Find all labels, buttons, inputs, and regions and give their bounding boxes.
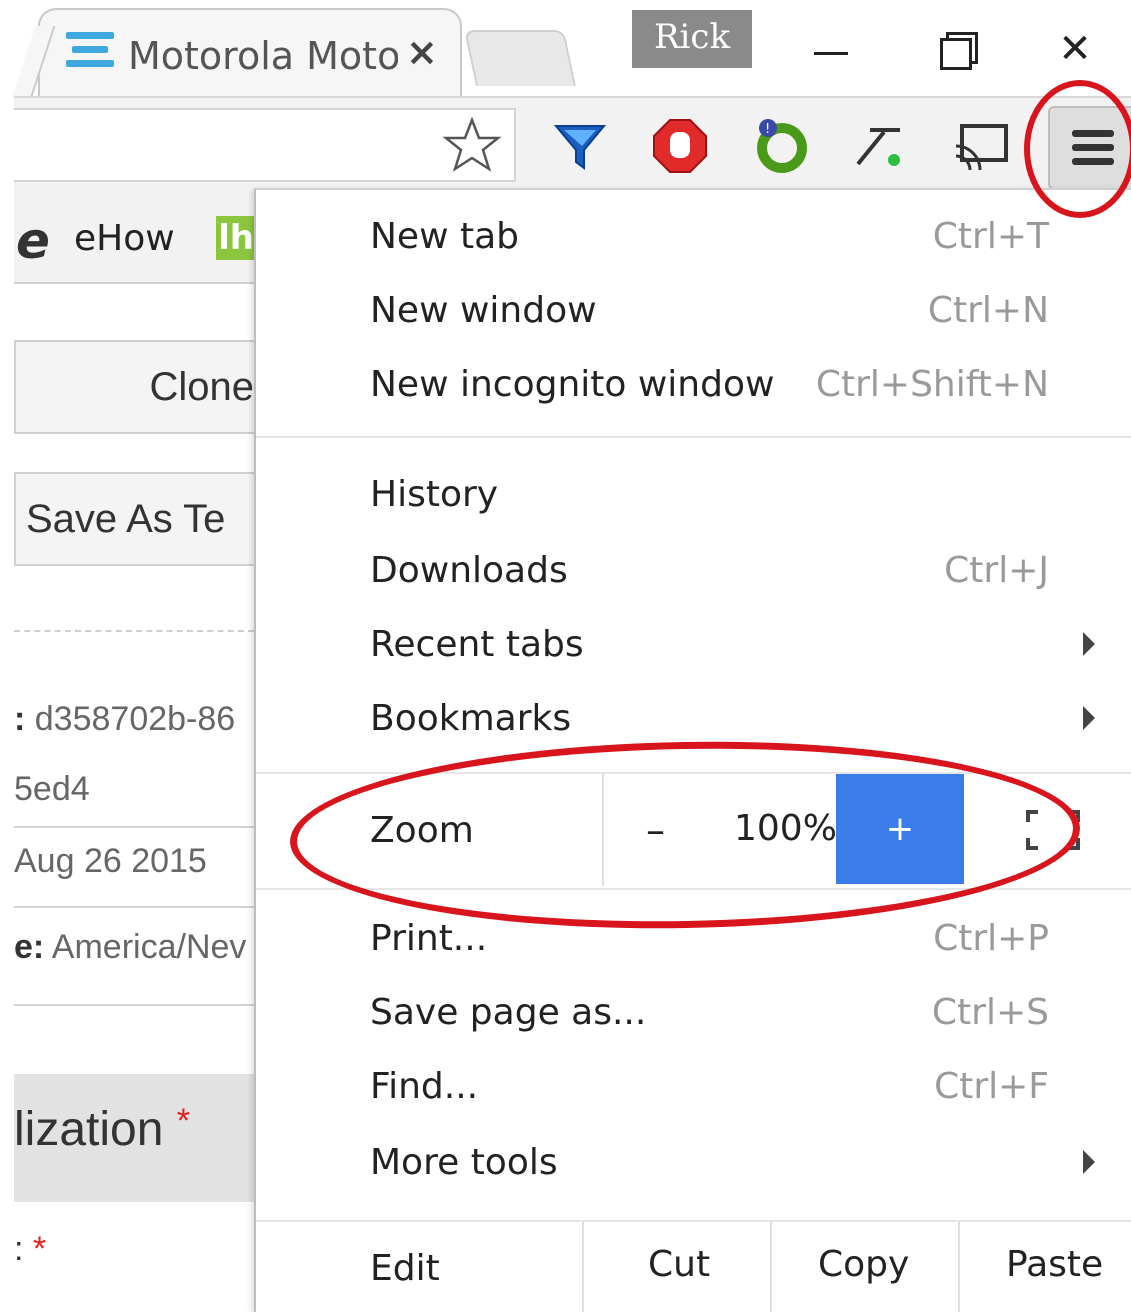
minimize-button[interactable]: [796, 14, 866, 84]
list-icon: [66, 32, 114, 76]
menu-item-history[interactable]: History: [256, 464, 1131, 536]
timezone-text: e: America/Nev: [14, 928, 247, 966]
divider: [14, 630, 254, 632]
menu-item-new-tab[interactable]: New tab Ctrl+T: [256, 206, 1131, 278]
stop-hand-icon[interactable]: [650, 116, 710, 176]
date-text: Aug 26 2015: [14, 842, 207, 880]
submenu-arrow-icon: [1083, 632, 1095, 656]
annotation-circle: [1024, 80, 1131, 218]
close-tab-icon[interactable]: ×: [406, 30, 438, 74]
menu-separator: [256, 436, 1131, 438]
divider: [14, 906, 254, 908]
required-mark: *: [176, 1102, 190, 1140]
profile-badge[interactable]: Rick: [632, 10, 752, 68]
title-bar: Motorola Moto × Rick ✕: [0, 0, 1131, 96]
field-label: : *: [14, 1230, 47, 1268]
edit-row: Edit Cut Copy Paste: [256, 1222, 1131, 1312]
bookmark-ehow[interactable]: eHow: [74, 218, 175, 259]
menu-item-downloads[interactable]: Downloads Ctrl+J: [256, 540, 1131, 612]
browser-tab[interactable]: Motorola Moto ×: [38, 8, 462, 96]
cast-icon[interactable]: [952, 116, 1012, 176]
cut-button[interactable]: Cut: [582, 1222, 772, 1312]
menu-item-new-incognito[interactable]: New incognito window Ctrl+Shift+N: [256, 354, 1131, 426]
menu-item-more-tools[interactable]: More tools: [256, 1132, 1131, 1204]
menu-item-new-window[interactable]: New window Ctrl+N: [256, 280, 1131, 352]
menu-item-find[interactable]: Find... Ctrl+F: [256, 1056, 1131, 1128]
web-page: e eHow lh Clone Save As Te : d358702b-86…: [14, 190, 254, 1310]
svg-text:!: !: [765, 122, 770, 137]
toolbar: !: [14, 96, 1131, 190]
menu-item-save-page[interactable]: Save page as... Ctrl+S: [256, 982, 1131, 1054]
clone-button[interactable]: Clone: [14, 340, 254, 434]
tab-title: Motorola Moto: [128, 34, 398, 78]
copy-button[interactable]: Copy: [770, 1222, 960, 1312]
tools-icon[interactable]: [850, 116, 910, 176]
bookmarks-bar: e eHow lh: [14, 190, 254, 284]
restore-button[interactable]: [918, 14, 988, 84]
id-text: : d358702b-86: [14, 700, 236, 738]
filter-icon[interactable]: [550, 116, 610, 176]
star-icon[interactable]: [442, 116, 502, 176]
paste-button[interactable]: Paste: [958, 1222, 1131, 1312]
ehow-icon: e: [16, 212, 50, 270]
section-header: lization *: [14, 1074, 254, 1202]
submenu-arrow-icon: [1083, 706, 1095, 730]
close-window-button[interactable]: ✕: [1040, 14, 1110, 84]
id-text-cont: 5ed4: [14, 770, 90, 808]
bookmark-icon[interactable]: lh: [216, 216, 254, 260]
submenu-arrow-icon: [1083, 1150, 1095, 1174]
new-tab-button[interactable]: [464, 30, 576, 86]
save-as-template-button[interactable]: Save As Te: [14, 472, 254, 566]
section-title: lization: [14, 1103, 164, 1156]
menu-item-recent-tabs[interactable]: Recent tabs: [256, 614, 1131, 686]
edit-label: Edit: [370, 1248, 440, 1289]
divider: [14, 826, 254, 828]
address-bar[interactable]: [14, 108, 516, 182]
extension-icon[interactable]: !: [752, 116, 812, 176]
